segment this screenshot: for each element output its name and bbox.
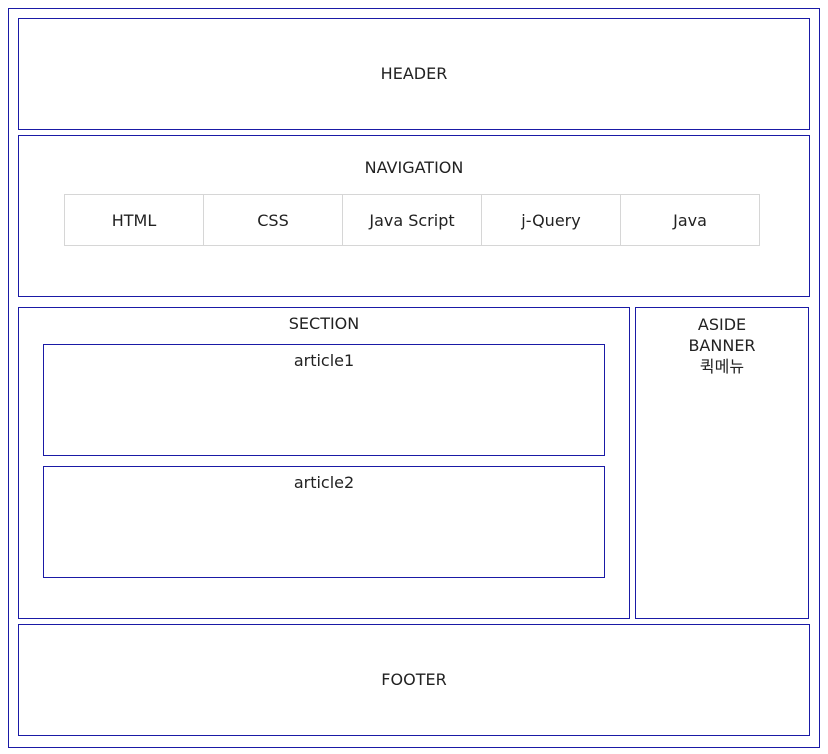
article2-label: article2 bbox=[293, 473, 355, 492]
section-label: SECTION bbox=[288, 314, 360, 333]
aside-label: ASIDE bbox=[697, 315, 747, 334]
footer-label: FOOTER bbox=[381, 670, 447, 689]
aside-box: ASIDE BANNER 퀵메뉴 bbox=[635, 307, 809, 619]
nav-item-java[interactable]: Java bbox=[620, 194, 760, 246]
nav-item-css[interactable]: CSS bbox=[203, 194, 343, 246]
article1-box: article1 bbox=[43, 344, 605, 456]
quick-menu-label: 퀵메뉴 bbox=[699, 357, 745, 376]
nav-item-jquery[interactable]: j-Query bbox=[481, 194, 621, 246]
article1-label: article1 bbox=[293, 351, 355, 370]
navigation-menu: HTML CSS Java Script j-Query Java bbox=[64, 194, 764, 246]
footer-box: FOOTER bbox=[18, 624, 810, 736]
banner-label: BANNER bbox=[688, 336, 756, 355]
nav-item-javascript[interactable]: Java Script bbox=[342, 194, 482, 246]
article2-box: article2 bbox=[43, 466, 605, 578]
header-label: HEADER bbox=[380, 64, 448, 83]
header-box: HEADER bbox=[18, 18, 810, 130]
nav-item-html[interactable]: HTML bbox=[64, 194, 204, 246]
navigation-label: NAVIGATION bbox=[364, 158, 464, 177]
aside-labels: ASIDE BANNER 퀵메뉴 bbox=[636, 314, 808, 377]
